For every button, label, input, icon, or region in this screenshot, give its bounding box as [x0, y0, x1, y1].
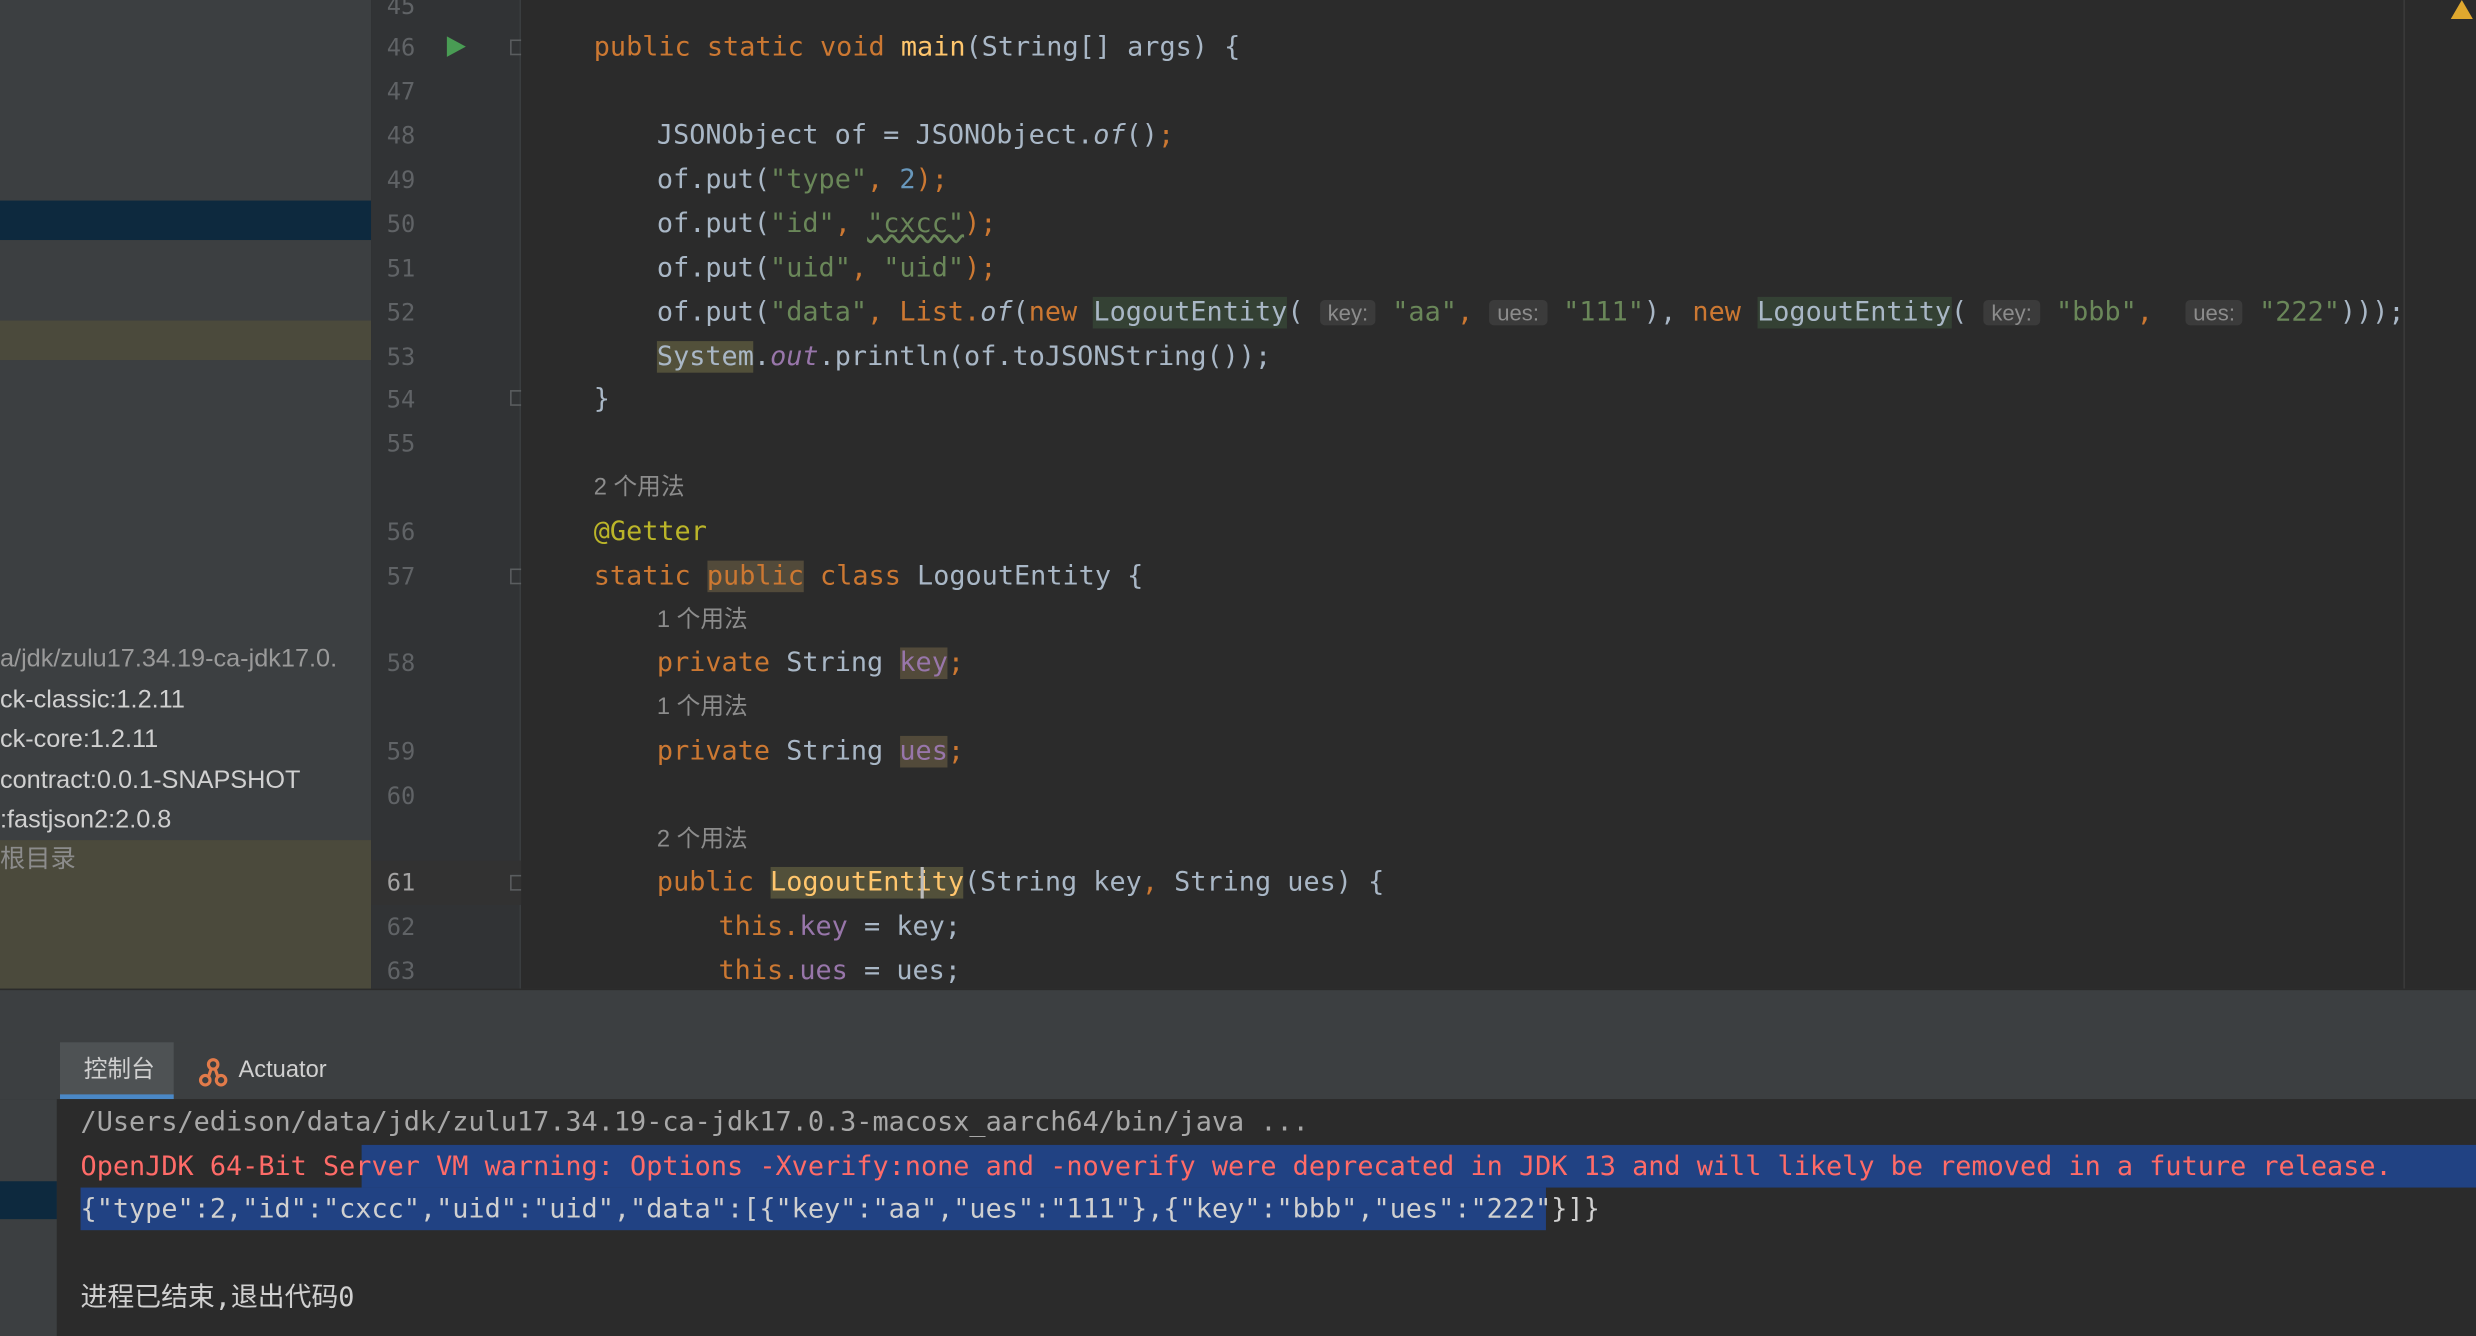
code-line-61: public LogoutEntity(String key, String u…: [656, 866, 1385, 899]
line-number: 46: [386, 33, 416, 62]
code-line-53: System.out.println(of.toJSONString());: [656, 341, 1272, 373]
code-line-63: this.ues = ues;: [718, 955, 961, 987]
line-number: 57: [386, 562, 416, 591]
console-line-json: {"type":2,"id":"cxcc","uid":"uid","data"…: [80, 1193, 1600, 1226]
line-number: 50: [386, 210, 416, 239]
code-line-59: private String ues;: [656, 735, 965, 768]
code-line-54: }: [593, 383, 610, 416]
tree-item-jdk[interactable]: a/jdk/zulu17.34.19-ca-jdk17.0.: [0, 640, 337, 679]
line-number: 54: [386, 385, 416, 414]
tool-window-tabbar: [0, 1042, 2476, 1101]
console-line-warning: OpenJDK 64-Bit Server VM warning: Option…: [80, 1151, 2392, 1183]
usage-hint[interactable]: 1 个用法: [657, 685, 748, 729]
line-number: 59: [386, 737, 416, 766]
tree-item-fastjson2[interactable]: :fastjson2:2.0.8: [0, 801, 171, 840]
console-line-exit: 进程已结束,退出代码0: [80, 1282, 355, 1314]
line-number: 45: [386, 0, 416, 21]
code-line-52: of.put("data", List.of(new LogoutEntity(…: [656, 296, 2405, 329]
code-line-48: JSONObject of = JSONObject.of();: [656, 120, 1175, 152]
param-hint: ues:: [2185, 300, 2243, 326]
usage-hint[interactable]: 2 个用法: [657, 818, 748, 862]
code-line-57: static public class LogoutEntity {: [593, 560, 1144, 593]
console-line-command: /Users/edison/data/jdk/zulu17.34.19-ca-j…: [80, 1107, 1309, 1139]
line-number: 63: [386, 956, 416, 986]
line-number: 55: [386, 429, 416, 458]
tab-actuator[interactable]: Actuator: [238, 1042, 326, 1099]
line-number: 52: [386, 298, 416, 327]
highlighted-tree-row[interactable]: [0, 320, 372, 361]
line-number: 48: [386, 121, 416, 151]
line-number: 62: [386, 912, 416, 942]
line-number: 60: [386, 781, 416, 811]
line-number: 53: [386, 342, 416, 372]
run-gutter-icon[interactable]: [445, 35, 467, 59]
console-toolbar-selected[interactable]: [0, 1181, 57, 1220]
selected-tree-row[interactable]: [0, 200, 372, 241]
usage-hint[interactable]: 2 个用法: [594, 466, 685, 510]
code-line-62: this.key = key;: [718, 911, 961, 943]
tree-item-contract[interactable]: contract:0.0.1-SNAPSHOT: [0, 761, 300, 800]
line-number: 56: [386, 517, 416, 547]
line-number-current: 61: [386, 868, 416, 897]
code-line-58: private String key;: [656, 647, 965, 680]
tree-item-logback-core[interactable]: ck-core:1.2.11: [0, 720, 158, 759]
line-number: 51: [386, 254, 416, 283]
usage-hint[interactable]: 1 个用法: [657, 599, 748, 643]
text-cursor: [920, 866, 924, 899]
code-line-56: @Getter: [593, 516, 707, 548]
panel-divider[interactable]: [0, 988, 2476, 1044]
code-line-50: of.put("id", "cxcc");: [656, 208, 997, 241]
right-margin-guide: [2403, 0, 2405, 989]
actuator-icon: [198, 1058, 228, 1087]
line-number: 49: [386, 165, 416, 195]
tree-item-logback-classic[interactable]: ck-classic:1.2.11: [0, 681, 185, 720]
project-panel: a/jdk/zulu17.34.19-ca-jdk17.0. ck-classi…: [0, 0, 372, 989]
code-line-46: public static void main(String[] args) {: [593, 31, 1241, 64]
code-line-49: of.put("type", 2);: [656, 164, 948, 196]
code-line-51: of.put("uid", "uid");: [656, 252, 997, 285]
line-number: 47: [386, 77, 416, 106]
line-number: 58: [386, 649, 416, 678]
warning-icon[interactable]: [2450, 0, 2473, 19]
param-hint: key:: [1319, 300, 1377, 326]
param-hint: key:: [1983, 300, 2040, 326]
tree-item-root[interactable]: 根目录: [0, 840, 76, 879]
param-hint: ues:: [1489, 300, 1547, 326]
tab-console[interactable]: 控制台: [84, 1042, 155, 1099]
